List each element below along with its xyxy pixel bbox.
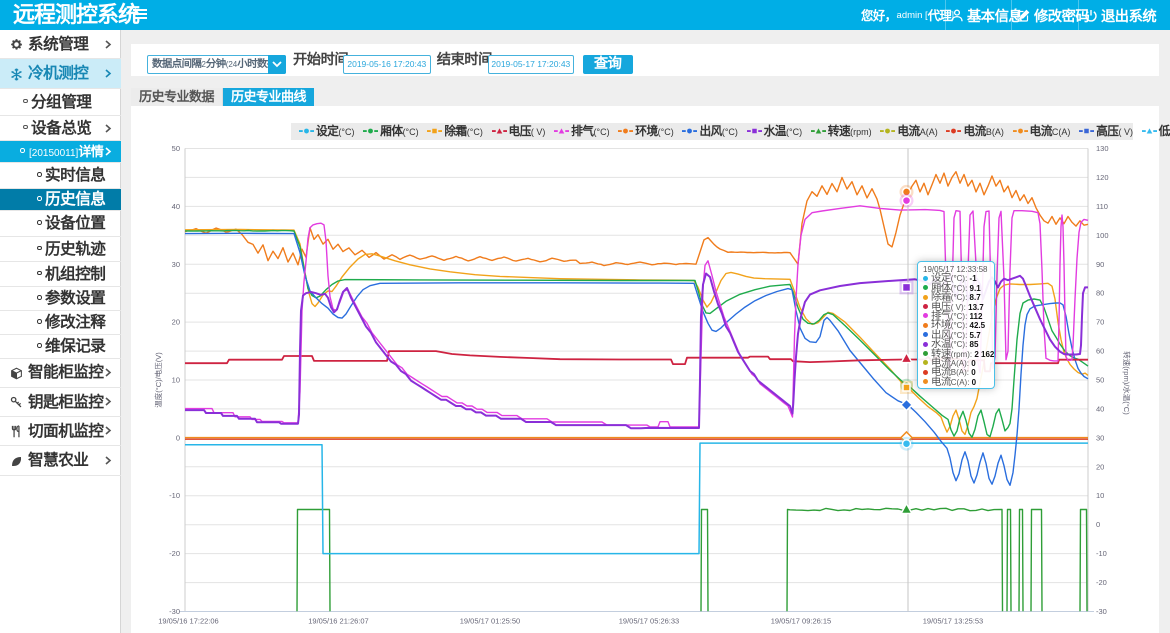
svg-text:19/05/16 21:26:07: 19/05/16 21:26:07 [308, 617, 368, 626]
svg-text:50: 50 [172, 144, 180, 153]
svg-text:10: 10 [1096, 491, 1104, 500]
svg-text:19/05/16 17:22:06: 19/05/16 17:22:06 [158, 617, 218, 626]
svg-text:50: 50 [1096, 376, 1104, 385]
svg-text:30: 30 [1096, 433, 1104, 442]
svg-text:20: 20 [172, 318, 180, 327]
svg-text:110: 110 [1096, 202, 1108, 211]
svg-text:100: 100 [1096, 231, 1109, 240]
svg-text:19/05/17 09:26:15: 19/05/17 09:26:15 [771, 617, 831, 626]
svg-text:-10: -10 [1096, 549, 1107, 558]
svg-text:19/05/17 13:25:53: 19/05/17 13:25:53 [923, 617, 983, 626]
svg-text:60: 60 [1096, 347, 1104, 356]
svg-text:-30: -30 [1096, 607, 1107, 616]
svg-text:19/05/17 01:25:50: 19/05/17 01:25:50 [460, 617, 520, 626]
svg-text:130: 130 [1096, 144, 1109, 153]
svg-text:40: 40 [172, 202, 180, 211]
svg-text:-10: -10 [169, 491, 180, 500]
svg-text:10: 10 [172, 376, 180, 385]
svg-text:-30: -30 [169, 607, 180, 616]
svg-text:70: 70 [1096, 318, 1104, 327]
svg-text:40: 40 [1096, 404, 1104, 413]
svg-text:-20: -20 [1096, 578, 1107, 587]
svg-text:19/05/17 05:26:33: 19/05/17 05:26:33 [619, 617, 679, 626]
svg-text:温度(°C)/电压(V): 温度(°C)/电压(V) [153, 352, 163, 408]
svg-text:-20: -20 [169, 549, 180, 558]
svg-text:80: 80 [1096, 289, 1104, 298]
svg-text:20: 20 [1096, 462, 1104, 471]
svg-text:120: 120 [1096, 173, 1109, 182]
svg-text:0: 0 [176, 433, 180, 442]
svg-text:90: 90 [1096, 260, 1104, 269]
svg-text:转速(rpm)/水温(°C): 转速(rpm)/水温(°C) [1122, 351, 1132, 415]
svg-text:30: 30 [172, 260, 180, 269]
svg-text:0: 0 [1096, 520, 1100, 529]
